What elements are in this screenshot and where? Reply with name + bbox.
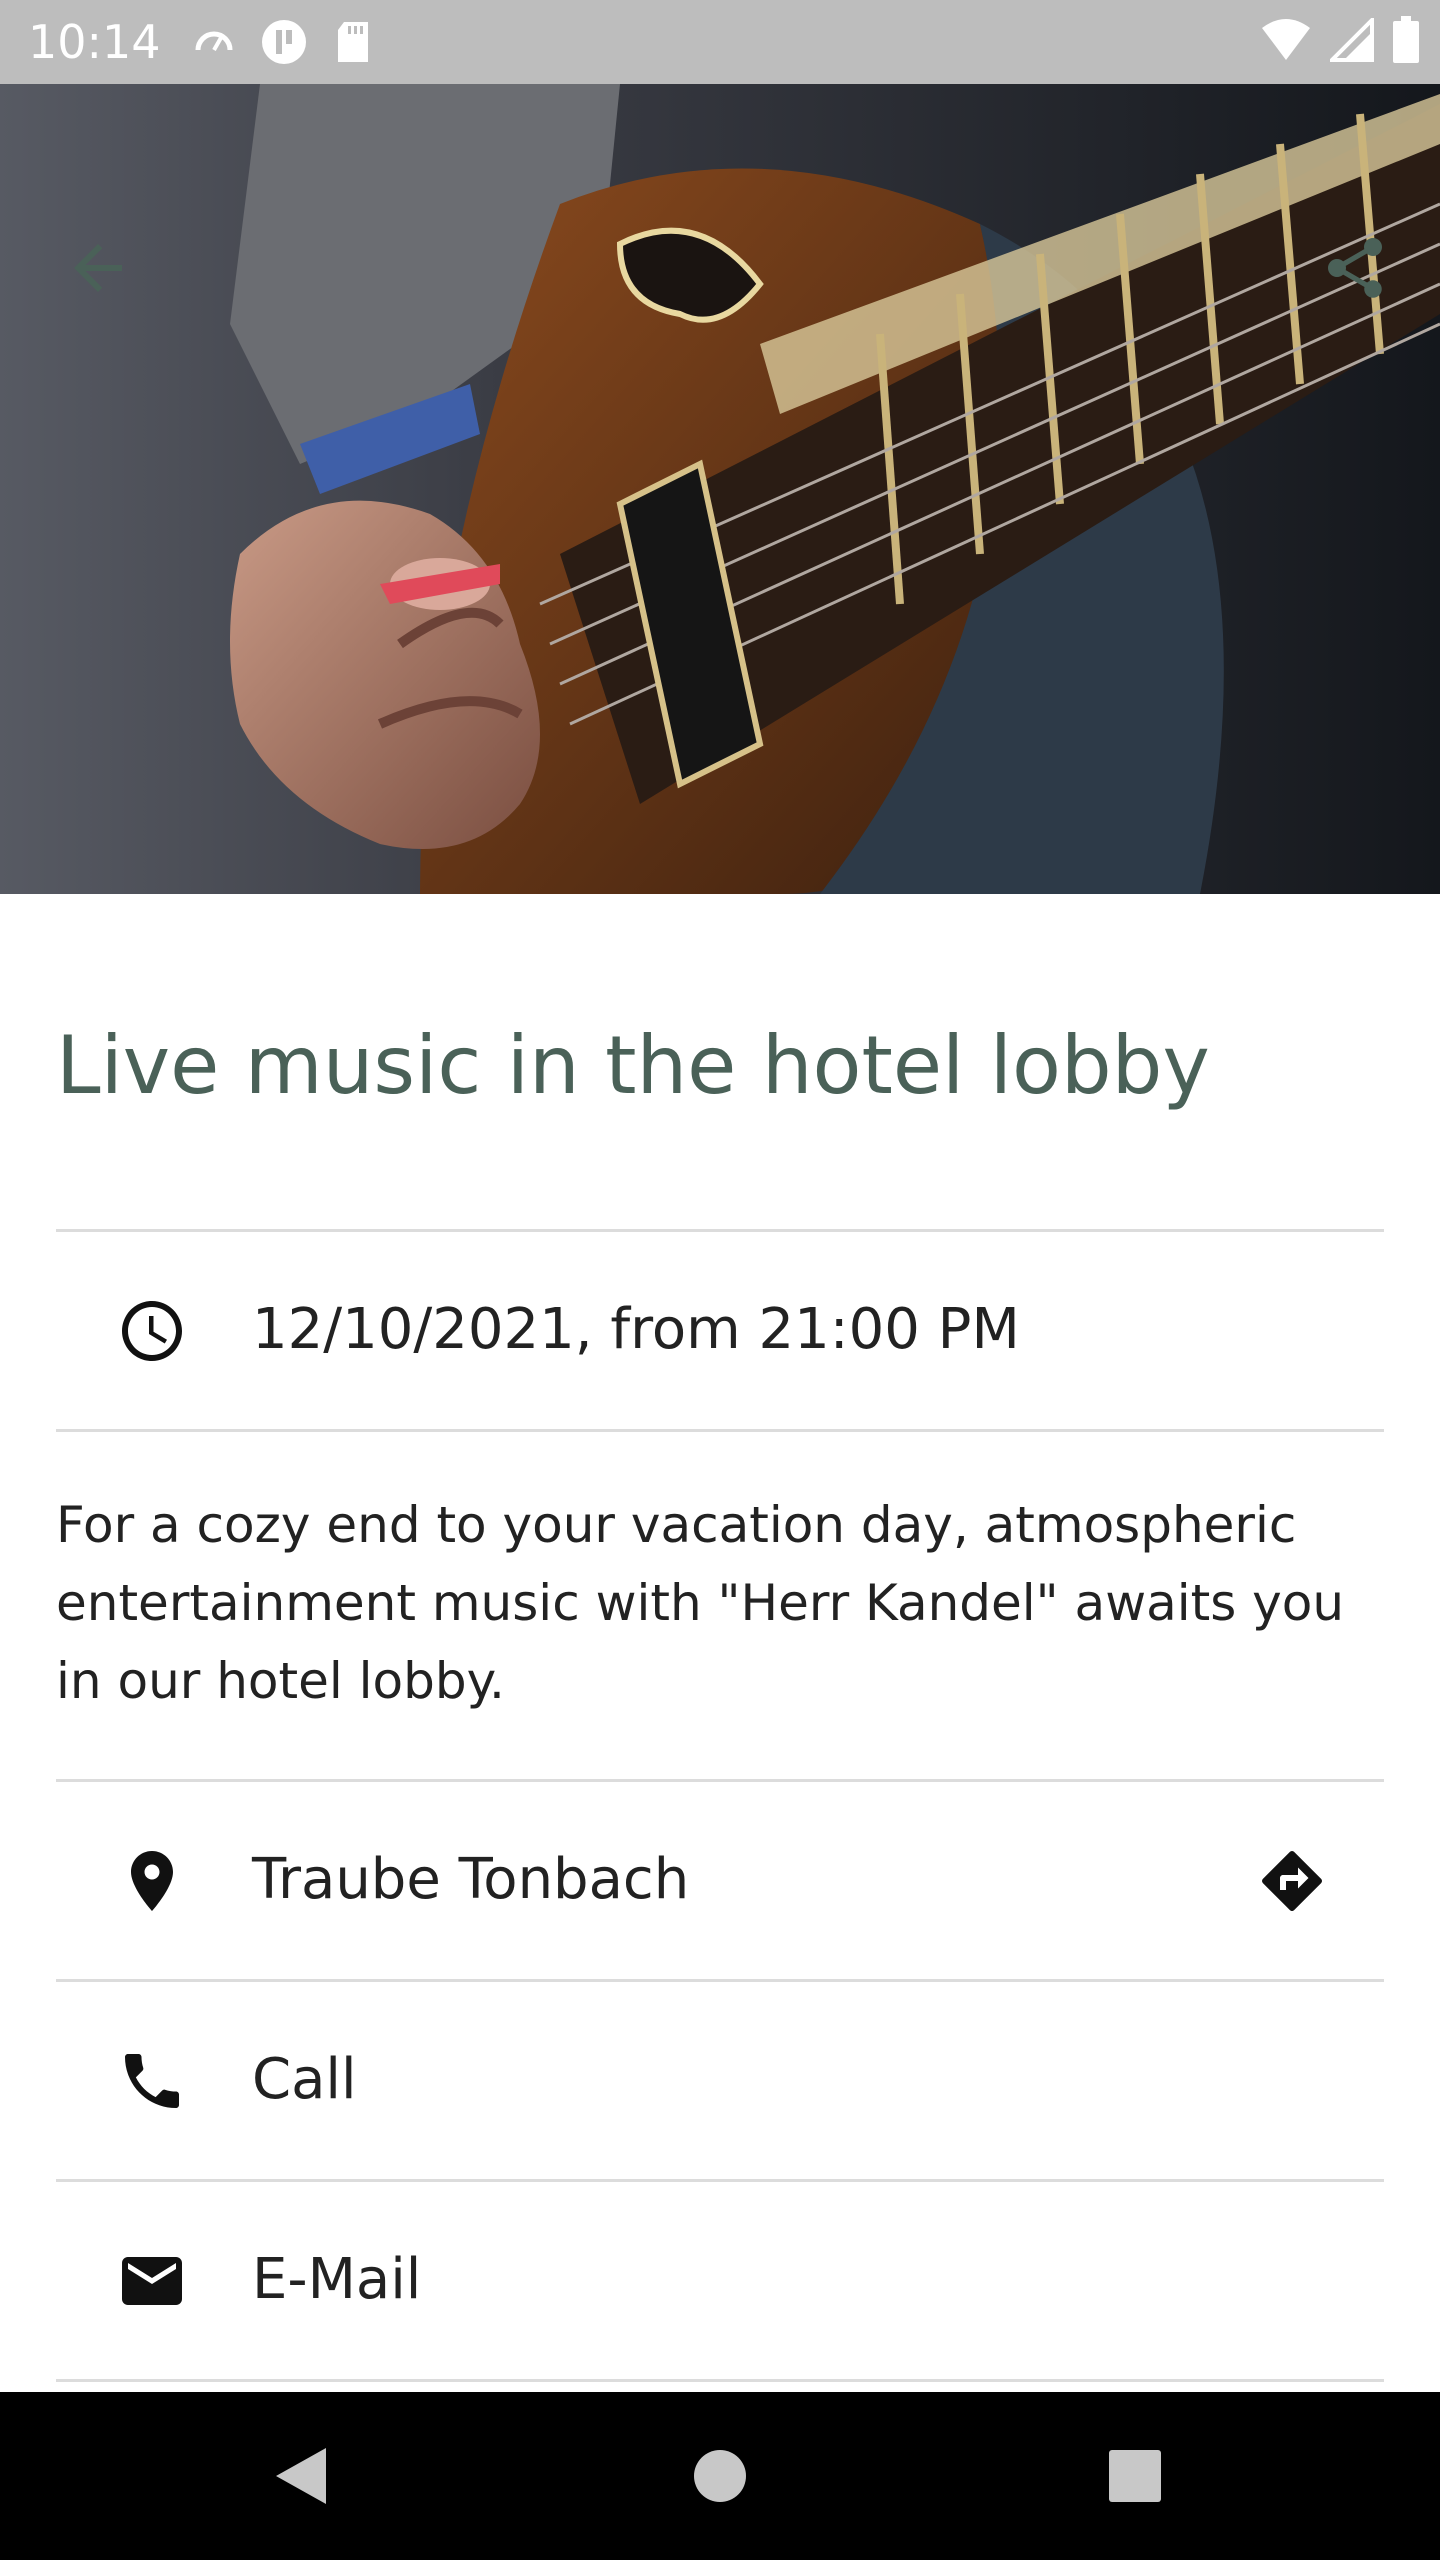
navigation-bar bbox=[0, 2392, 1440, 2560]
location-name: Traube Tonbach bbox=[252, 1847, 690, 1912]
divider bbox=[56, 1429, 1384, 1432]
event-description: For a cozy end to your vacation day, atm… bbox=[56, 1496, 1345, 1710]
divider bbox=[56, 2379, 1384, 2382]
cellular-signal-icon bbox=[1327, 15, 1374, 66]
email-label: E-Mail bbox=[252, 2247, 422, 2312]
mail-icon bbox=[116, 2245, 188, 2317]
location-row[interactable]: Traube Tonbach bbox=[56, 1782, 1384, 1978]
directions-icon bbox=[1262, 1850, 1323, 1911]
clock-icon bbox=[116, 1295, 188, 1367]
event-title: Live music in the hotel lobby bbox=[56, 1019, 1210, 1112]
nav-home-button[interactable] bbox=[670, 2426, 770, 2526]
recents-square-icon bbox=[1109, 2450, 1161, 2502]
app-badge-icon bbox=[260, 18, 308, 66]
phone-icon bbox=[116, 2045, 188, 2117]
hero-image bbox=[0, 84, 1440, 894]
call-row[interactable]: Call bbox=[56, 1982, 1384, 2178]
nav-recents-button[interactable] bbox=[1085, 2426, 1185, 2526]
nav-back-button[interactable] bbox=[250, 2426, 350, 2526]
status-bar: 10:14 bbox=[0, 0, 1440, 84]
wifi-icon bbox=[1260, 18, 1312, 66]
datetime-row: 12/10/2021, from 21:00 PM bbox=[56, 1232, 1384, 1428]
arrow-back-icon bbox=[74, 244, 122, 292]
status-icons-left bbox=[190, 18, 378, 66]
share-button[interactable] bbox=[1307, 220, 1403, 316]
speed-icon bbox=[190, 18, 238, 66]
directions-button[interactable] bbox=[1256, 1845, 1328, 1917]
battery-icon bbox=[1392, 16, 1420, 68]
guitar-photo bbox=[0, 84, 1440, 894]
status-icons-right bbox=[1260, 15, 1420, 68]
share-icon bbox=[1328, 238, 1382, 298]
sd-card-icon bbox=[330, 18, 378, 66]
location-pin-icon bbox=[116, 1845, 188, 1917]
back-button[interactable] bbox=[50, 220, 146, 316]
email-row[interactable]: E-Mail bbox=[56, 2182, 1384, 2378]
back-triangle-icon bbox=[276, 2448, 326, 2504]
event-datetime: 12/10/2021, from 21:00 PM bbox=[252, 1297, 1020, 1362]
home-circle-icon bbox=[694, 2450, 746, 2502]
call-label: Call bbox=[252, 2047, 357, 2112]
status-time: 10:14 bbox=[28, 15, 161, 69]
